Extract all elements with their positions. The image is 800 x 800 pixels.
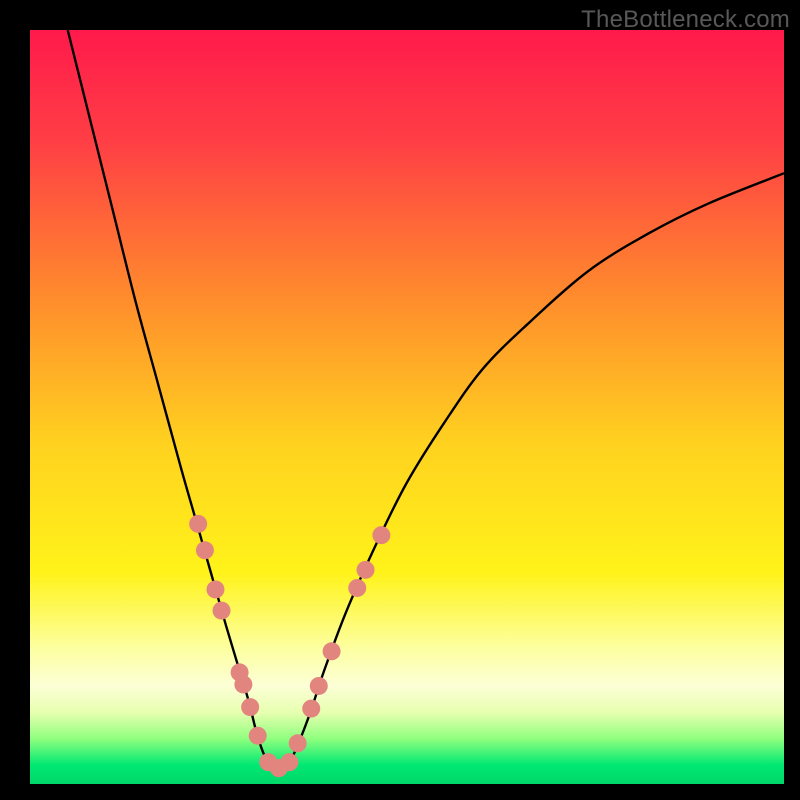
highlight-dot — [323, 642, 341, 660]
plot-area — [30, 30, 784, 784]
highlight-dot — [213, 602, 231, 620]
highlight-dot — [189, 515, 207, 533]
highlight-dot — [357, 561, 375, 579]
highlight-dot — [249, 727, 267, 745]
highlight-dot — [206, 580, 224, 598]
bottleneck-curve — [68, 30, 784, 769]
highlight-dot — [234, 675, 252, 693]
highlight-dot — [241, 698, 259, 716]
highlight-dot — [196, 541, 214, 559]
chart-frame: TheBottleneck.com — [0, 0, 800, 800]
highlight-dot — [372, 526, 390, 544]
highlight-dot — [310, 677, 328, 695]
highlight-dot — [289, 734, 307, 752]
curve-layer — [30, 30, 784, 784]
highlight-dots — [189, 515, 390, 777]
highlight-dot — [348, 579, 366, 597]
highlight-dot — [302, 700, 320, 718]
highlight-dot — [280, 753, 298, 771]
